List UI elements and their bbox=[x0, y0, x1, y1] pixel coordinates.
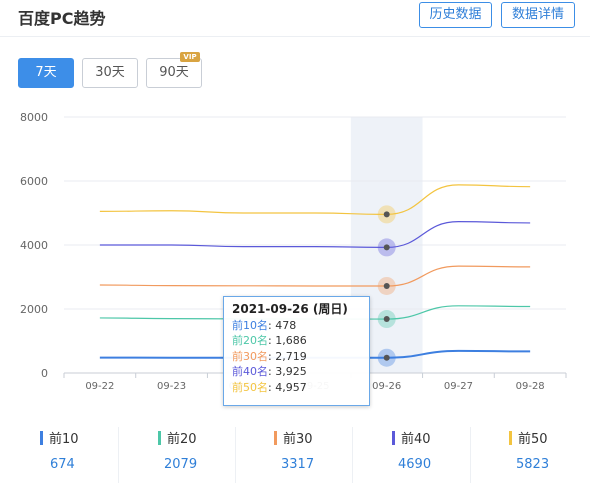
divider bbox=[235, 427, 236, 483]
summary-value: 3317 bbox=[281, 457, 315, 472]
y-tick-label: 6000 bbox=[20, 175, 48, 188]
tooltip-value: 3,925 bbox=[275, 365, 307, 378]
divider bbox=[352, 427, 353, 483]
summary-top30: 前30 3317 bbox=[274, 425, 391, 485]
summary-top50: 前50 5823 bbox=[509, 425, 590, 485]
x-tick-label: 09-23 bbox=[157, 381, 186, 392]
x-tick-label: 09-28 bbox=[516, 381, 545, 392]
data-point bbox=[383, 316, 390, 323]
data-point bbox=[383, 211, 390, 218]
summary-label: 前50 bbox=[518, 432, 548, 447]
series-color-marker bbox=[40, 431, 43, 445]
data-point bbox=[383, 354, 390, 361]
series-line bbox=[99, 221, 531, 249]
tooltip-label: 前40名 bbox=[232, 365, 268, 378]
tooltip-value: 478 bbox=[275, 318, 297, 332]
tooltip-row: 前30名: 2,719 bbox=[232, 349, 307, 363]
summary-top40: 前40 4690 bbox=[392, 425, 509, 485]
summary-top20: 前20 2079 bbox=[158, 425, 275, 485]
summary-value: 5823 bbox=[516, 457, 550, 472]
history-data-button[interactable]: 历史数据 bbox=[419, 2, 492, 28]
x-tick-label: 09-26 bbox=[372, 381, 401, 392]
tooltip-value: 4,957 bbox=[275, 380, 307, 394]
page-title: 百度PC趋势 bbox=[18, 9, 106, 28]
tab-90-days[interactable]: 90天 bbox=[146, 58, 202, 88]
series-color-marker bbox=[392, 431, 395, 445]
tab-30-days[interactable]: 30天 bbox=[82, 58, 138, 88]
tooltip-value: 1,686 bbox=[275, 334, 307, 347]
summary-label: 前20 bbox=[167, 432, 197, 447]
y-tick-label: 4000 bbox=[20, 239, 48, 252]
summary-stats: 前10 674 前20 2079 前30 3317 前40 4690 前50 5… bbox=[0, 425, 590, 485]
summary-label: 前40 bbox=[401, 432, 431, 447]
data-point bbox=[383, 244, 390, 251]
y-tick-label: 0 bbox=[41, 367, 48, 380]
x-tick-label: 09-22 bbox=[85, 381, 114, 392]
summary-value: 674 bbox=[50, 457, 75, 472]
chart-tooltip: 2021-09-26 (周日) 前10名: 478 前20名: 1,686 前3… bbox=[223, 296, 370, 406]
summary-top10: 前10 674 bbox=[40, 425, 157, 485]
series-color-marker bbox=[509, 431, 512, 445]
y-tick-label: 8000 bbox=[20, 111, 48, 124]
series-line bbox=[99, 265, 531, 287]
x-tick-label: 09-27 bbox=[444, 381, 473, 392]
summary-value: 4690 bbox=[398, 457, 432, 472]
y-tick-label: 2000 bbox=[20, 303, 48, 316]
tab-7-days[interactable]: 7天 bbox=[18, 58, 74, 88]
series-color-marker bbox=[274, 431, 277, 445]
summary-label: 前30 bbox=[283, 432, 313, 447]
tooltip-label: 前20名 bbox=[232, 334, 268, 347]
tooltip-label: 前50名 bbox=[232, 380, 268, 394]
summary-value: 2079 bbox=[164, 457, 198, 472]
tooltip-row: 前50名: 4,957 bbox=[232, 380, 307, 394]
vip-badge-icon: VIP bbox=[180, 52, 200, 62]
series-color-marker bbox=[158, 431, 161, 445]
divider bbox=[470, 427, 471, 483]
tooltip-row: 前40名: 3,925 bbox=[232, 365, 307, 378]
divider bbox=[118, 427, 119, 483]
tooltip-label: 前30名 bbox=[232, 349, 268, 363]
tooltip-row: 前10名: 478 bbox=[232, 318, 297, 332]
series-line bbox=[99, 184, 531, 215]
tooltip-row: 前20名: 1,686 bbox=[232, 334, 307, 347]
tooltip-value: 2,719 bbox=[275, 349, 307, 363]
tooltip-label: 前10名 bbox=[232, 318, 268, 332]
data-point bbox=[383, 282, 390, 289]
summary-label: 前10 bbox=[49, 432, 79, 447]
header: 百度PC趋势 历史数据 数据详情 bbox=[0, 0, 590, 37]
tooltip-title: 2021-09-26 (周日) bbox=[232, 302, 348, 316]
data-detail-button[interactable]: 数据详情 bbox=[501, 2, 575, 28]
